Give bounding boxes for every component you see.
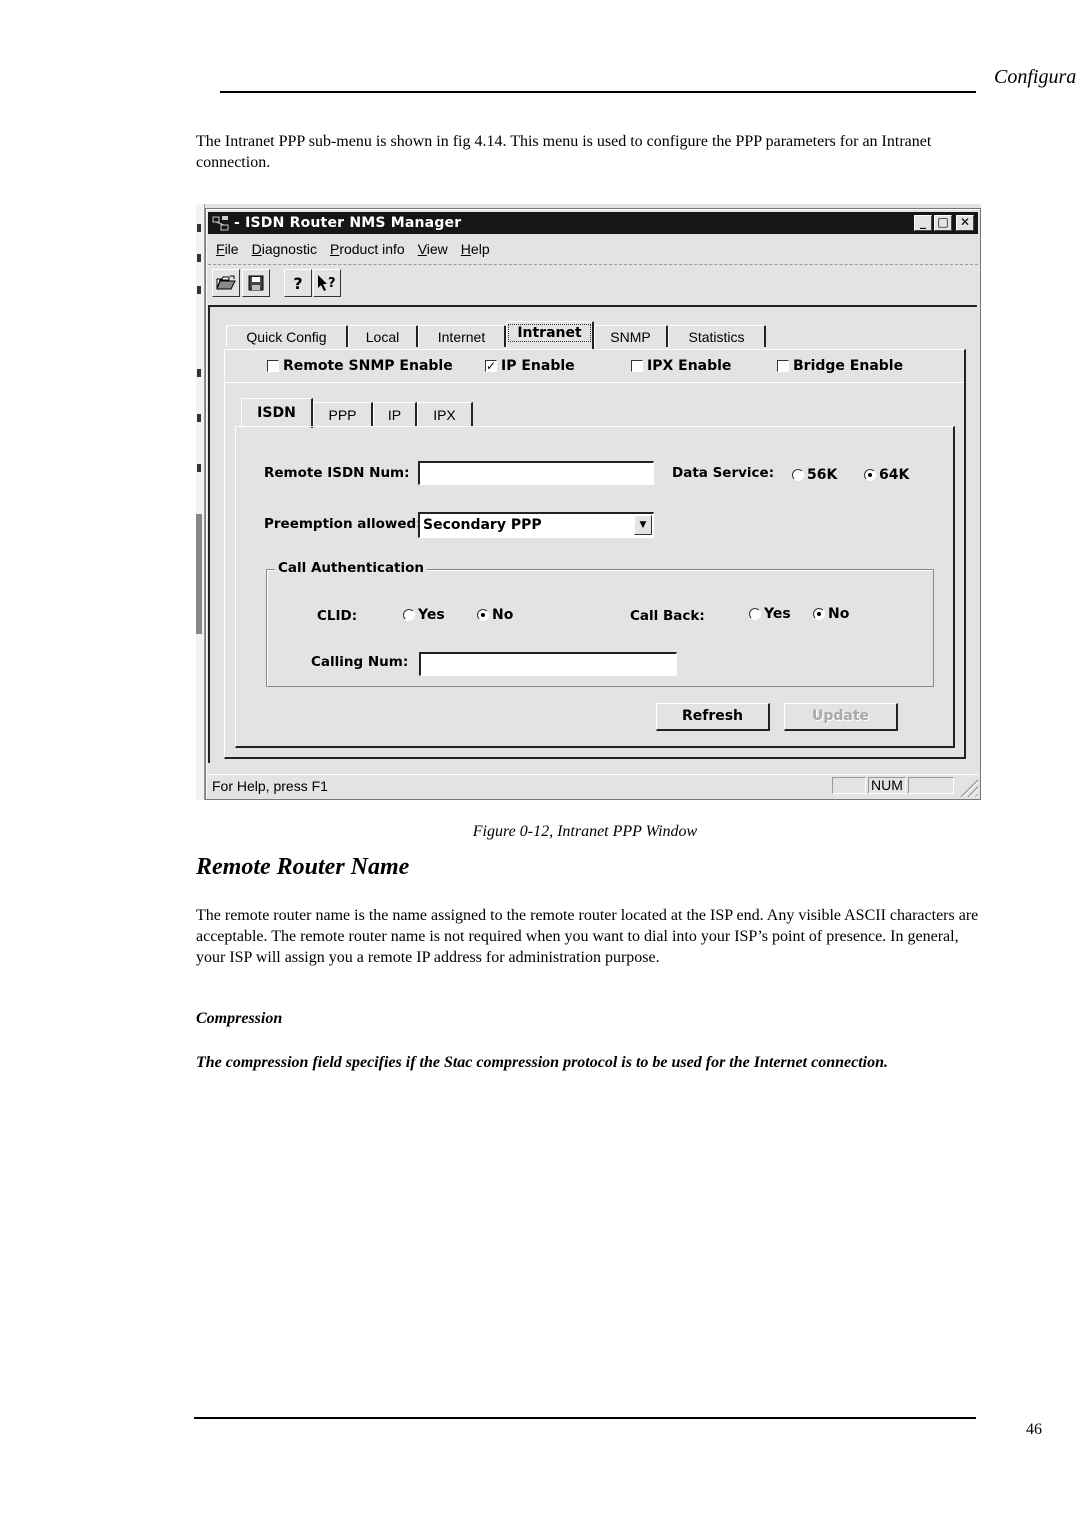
clid-yes-radio[interactable]: Yes <box>403 607 445 623</box>
checkmark-icon: ✓ <box>485 359 497 373</box>
update-button[interactable]: Update <box>784 703 898 731</box>
bridge-enable-checkbox[interactable]: Bridge Enable <box>777 358 903 374</box>
status-pane-caps <box>832 777 866 794</box>
call-back-no-radio[interactable]: No <box>813 606 849 622</box>
radio-indicator <box>792 469 804 481</box>
tab-snmp[interactable]: SNMP <box>594 325 668 347</box>
isdn-panel: Remote ISDN Num: Data Service: 56K 64K P… <box>235 426 955 748</box>
subsection-heading: Compression <box>196 1010 283 1027</box>
save-disk-icon <box>248 275 264 291</box>
section-heading: Remote Router Name <box>196 854 410 880</box>
context-help-icon: ? <box>318 275 336 291</box>
status-pane-num: NUM <box>868 777 906 794</box>
tab-statistics[interactable]: Statistics <box>668 325 766 347</box>
tab-intranet[interactable]: Intranet <box>506 321 594 349</box>
clid-label: CLID: <box>317 608 358 624</box>
radio-indicator <box>403 609 415 621</box>
subtab-ipx[interactable]: IPX <box>417 402 473 426</box>
intro-paragraph: The Intranet PPP sub-menu is shown in fi… <box>196 133 932 171</box>
maximize-button[interactable]: □ <box>934 215 952 231</box>
refresh-button[interactable]: Refresh <box>656 703 770 731</box>
dropdown-arrow-icon[interactable]: ▼ <box>634 515 652 535</box>
menu-view[interactable]: View <box>412 239 455 261</box>
tab-quick-config[interactable]: Quick Config <box>226 325 348 347</box>
status-text: For Help, press F1 <box>212 778 328 794</box>
radio-indicator-selected <box>864 469 876 481</box>
header-rule <box>220 91 976 93</box>
radio-indicator <box>749 608 761 620</box>
clid-no-radio[interactable]: No <box>477 607 513 623</box>
context-help-button[interactable]: ? <box>313 269 341 297</box>
subtab-isdn[interactable]: ISDN <box>241 398 313 428</box>
figure-screenshot: - ISDN Router NMS Manager _ □ ✕ File Dia… <box>196 204 981 800</box>
remote-isdn-input[interactable] <box>418 461 654 485</box>
client-area: Quick Config Local Internet Intranet SNM… <box>208 305 977 763</box>
subsection-paragraph: The compression field specifies if the S… <box>196 1054 888 1071</box>
checkbox-box <box>631 360 643 372</box>
tab-internet[interactable]: Internet <box>418 325 506 347</box>
menu-separator <box>208 264 978 265</box>
preemption-select[interactable]: Secondary PPP ▼ <box>418 512 654 538</box>
call-back-yes-radio[interactable]: Yes <box>749 606 791 622</box>
open-folder-icon <box>216 275 236 290</box>
panel-separator <box>225 382 964 383</box>
call-back-label: Call Back: <box>630 608 705 624</box>
subtab-ppp[interactable]: PPP <box>313 402 373 426</box>
status-bar: For Help, press F1 NUM <box>208 774 978 797</box>
remote-isdn-label: Remote ISDN Num: <box>264 465 410 481</box>
running-header: Configura <box>994 66 1077 88</box>
call-authentication-legend: Call Authentication <box>275 560 428 576</box>
open-button[interactable] <box>212 269 240 297</box>
figure-caption: Figure 0-12, Intranet PPP Window <box>472 823 698 840</box>
section-paragraph: The remote router name is the name assig… <box>196 907 979 966</box>
data-service-label: Data Service: <box>672 465 775 481</box>
title-bar[interactable]: - ISDN Router NMS Manager _ □ ✕ <box>208 212 978 234</box>
call-authentication-group: Call Authentication CLID: Yes No Call Ba… <box>266 560 934 687</box>
calling-num-label: Calling Num: <box>311 654 409 670</box>
menu-bar: File Diagnostic Product info View Help <box>210 239 497 261</box>
window-title: - ISDN Router NMS Manager <box>234 215 462 231</box>
ipx-enable-checkbox[interactable]: IPX Enable <box>631 358 731 374</box>
save-button[interactable] <box>242 269 270 297</box>
app-window: - ISDN Router NMS Manager _ □ ✕ File Dia… <box>205 208 981 800</box>
menu-diagnostic[interactable]: Diagnostic <box>246 239 324 261</box>
data-service-56k-radio[interactable]: 56K <box>792 467 837 483</box>
minimize-button[interactable]: _ <box>914 215 932 231</box>
footer-rule <box>194 1417 976 1419</box>
calling-num-input[interactable] <box>419 652 677 676</box>
tab-local[interactable]: Local <box>348 325 418 347</box>
preemption-label: Preemption allowed: <box>264 516 422 532</box>
enable-checkboxes: Remote SNMP Enable ✓ IP Enable IPX Enabl… <box>225 358 964 378</box>
help-button[interactable]: ? <box>284 269 312 297</box>
checkbox-box <box>777 360 789 372</box>
subtab-ip[interactable]: IP <box>373 402 417 426</box>
help-icon: ? <box>293 273 303 293</box>
menu-help[interactable]: Help <box>455 239 497 261</box>
svg-text:?: ? <box>328 276 336 291</box>
background-window-edge <box>196 204 205 800</box>
radio-indicator-selected <box>813 608 825 620</box>
menu-file[interactable]: File <box>210 239 246 261</box>
app-icon <box>212 216 229 231</box>
status-pane-scroll <box>908 777 954 794</box>
remote-snmp-enable-checkbox[interactable]: Remote SNMP Enable <box>267 358 453 374</box>
ip-enable-checkbox[interactable]: ✓ IP Enable <box>485 358 575 374</box>
resize-grip[interactable] <box>960 779 978 797</box>
close-button[interactable]: ✕ <box>956 215 974 231</box>
data-service-64k-radio[interactable]: 64K <box>864 467 909 483</box>
intranet-panel: Remote SNMP Enable ✓ IP Enable IPX Enabl… <box>224 349 966 759</box>
radio-indicator-selected <box>477 609 489 621</box>
page-number: 46 <box>1026 1421 1042 1438</box>
menu-product-info[interactable]: Product info <box>324 239 412 261</box>
checkbox-box <box>267 360 279 372</box>
